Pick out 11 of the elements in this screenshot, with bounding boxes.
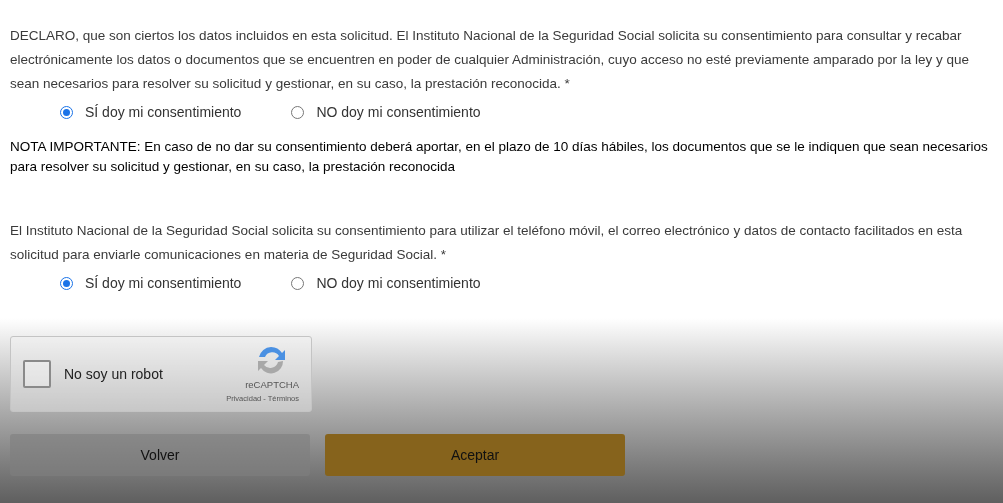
radio-option[interactable]: SÍ doy mi consentimiento (60, 273, 242, 294)
captcha-checkbox[interactable] (23, 360, 51, 388)
consent-text: El Instituto Nacional de la Seguridad Social solicita su consentimiento para utilizar el teléfono móvil, el correo electrónico y datos de contacto facilitados en esta solicitud para enviarle comunicaciones en materia de Seguridad Social. * (10, 222, 964, 264)
consent-text: DECLARO, que son ciertos los datos incluidos en esta solicitud. El Instituto Nacional de la Seguridad Social solicita su consentimiento para consultar y recabar electrónicamente los datos o documentos que se encuentren en poder de cualquier Administración, cuyo acceso no esté previamente amparado por la ley y que sean necesarios para resolver su solicitud y gestionar, en su caso, la prestación reconocida. * (10, 27, 971, 93)
radio-option[interactable]: NO doy mi consentimiento (291, 273, 481, 294)
recaptcha-brand: reCAPTCHA (245, 378, 299, 393)
note-text: NOTA IMPORTANTE: En caso de no dar su consentimiento deberá aportar, en el plazo de 10 días hábiles, los documentos que se le indiquen que sean necesarios para resolver su solicitud y gestionar, en su caso, la prestación reconocida (10, 138, 989, 176)
radio-option[interactable]: SÍ doy mi consentimiento (60, 102, 242, 123)
back-button[interactable]: Volver (10, 434, 310, 476)
captcha-label: No soy un robot (64, 364, 164, 384)
radio-option[interactable]: NO doy mi consentimiento (291, 102, 481, 123)
